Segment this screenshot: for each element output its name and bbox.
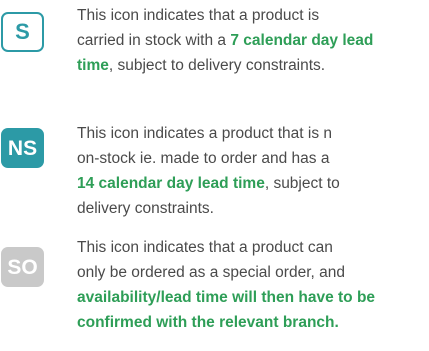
description-line: time, subject to delivery constraints. [77, 53, 429, 78]
text-segment: This icon indicates that a product is [77, 7, 320, 24]
text-segment: This icon indicates a product that is n [77, 125, 333, 142]
description-line: This icon indicates a product that is n [77, 121, 429, 146]
special-order-description: This icon indicates that a product can o… [77, 235, 429, 335]
non-stock-badge-label: NS [7, 136, 38, 160]
text-segment: , subject to delivery constraints. [108, 57, 326, 74]
lead-time-highlight: time [77, 57, 109, 74]
text-segment: delivery constraints. [77, 200, 214, 217]
text-segment: , subject to [264, 175, 340, 192]
special-order-badge-label: SO [7, 255, 38, 279]
description-line: on-stock ie. made to order and has a [77, 146, 429, 171]
in-stock-description: This icon indicates that a product is ca… [77, 3, 429, 78]
in-stock-badge-icon: S [1, 12, 44, 52]
text-segment: on-stock ie. made to order and has a [77, 150, 330, 167]
non-stock-badge-icon: NS [1, 128, 44, 168]
in-stock-badge-label: S [15, 19, 30, 44]
description-line: 14 calendar day lead time, subject to [77, 171, 429, 196]
availability-highlight: availability/lead time will then have to… [77, 289, 376, 306]
description-line: confirmed with the relevant branch. [77, 310, 429, 335]
description-line: This icon indicates that a product can [77, 235, 429, 260]
description-line: This icon indicates that a product is [77, 3, 429, 28]
description-line: carried in stock with a 7 calendar day l… [77, 28, 429, 53]
lead-time-highlight: 14 calendar day lead time [77, 175, 265, 192]
non-stock-description: This icon indicates a product that is n … [77, 121, 429, 221]
text-segment: This icon indicates that a product can [77, 239, 333, 256]
lead-time-highlight: 7 calendar day lead [230, 32, 374, 49]
description-line: delivery constraints. [77, 196, 429, 221]
availability-highlight: confirmed with the relevant branch. [77, 314, 339, 331]
text-segment: carried in stock with a [77, 32, 231, 49]
text-segment: only be ordered as a special order, and [77, 264, 345, 281]
description-line: availability/lead time will then have to… [77, 285, 429, 310]
description-line: only be ordered as a special order, and [77, 260, 429, 285]
special-order-badge-icon: SO [1, 247, 44, 287]
